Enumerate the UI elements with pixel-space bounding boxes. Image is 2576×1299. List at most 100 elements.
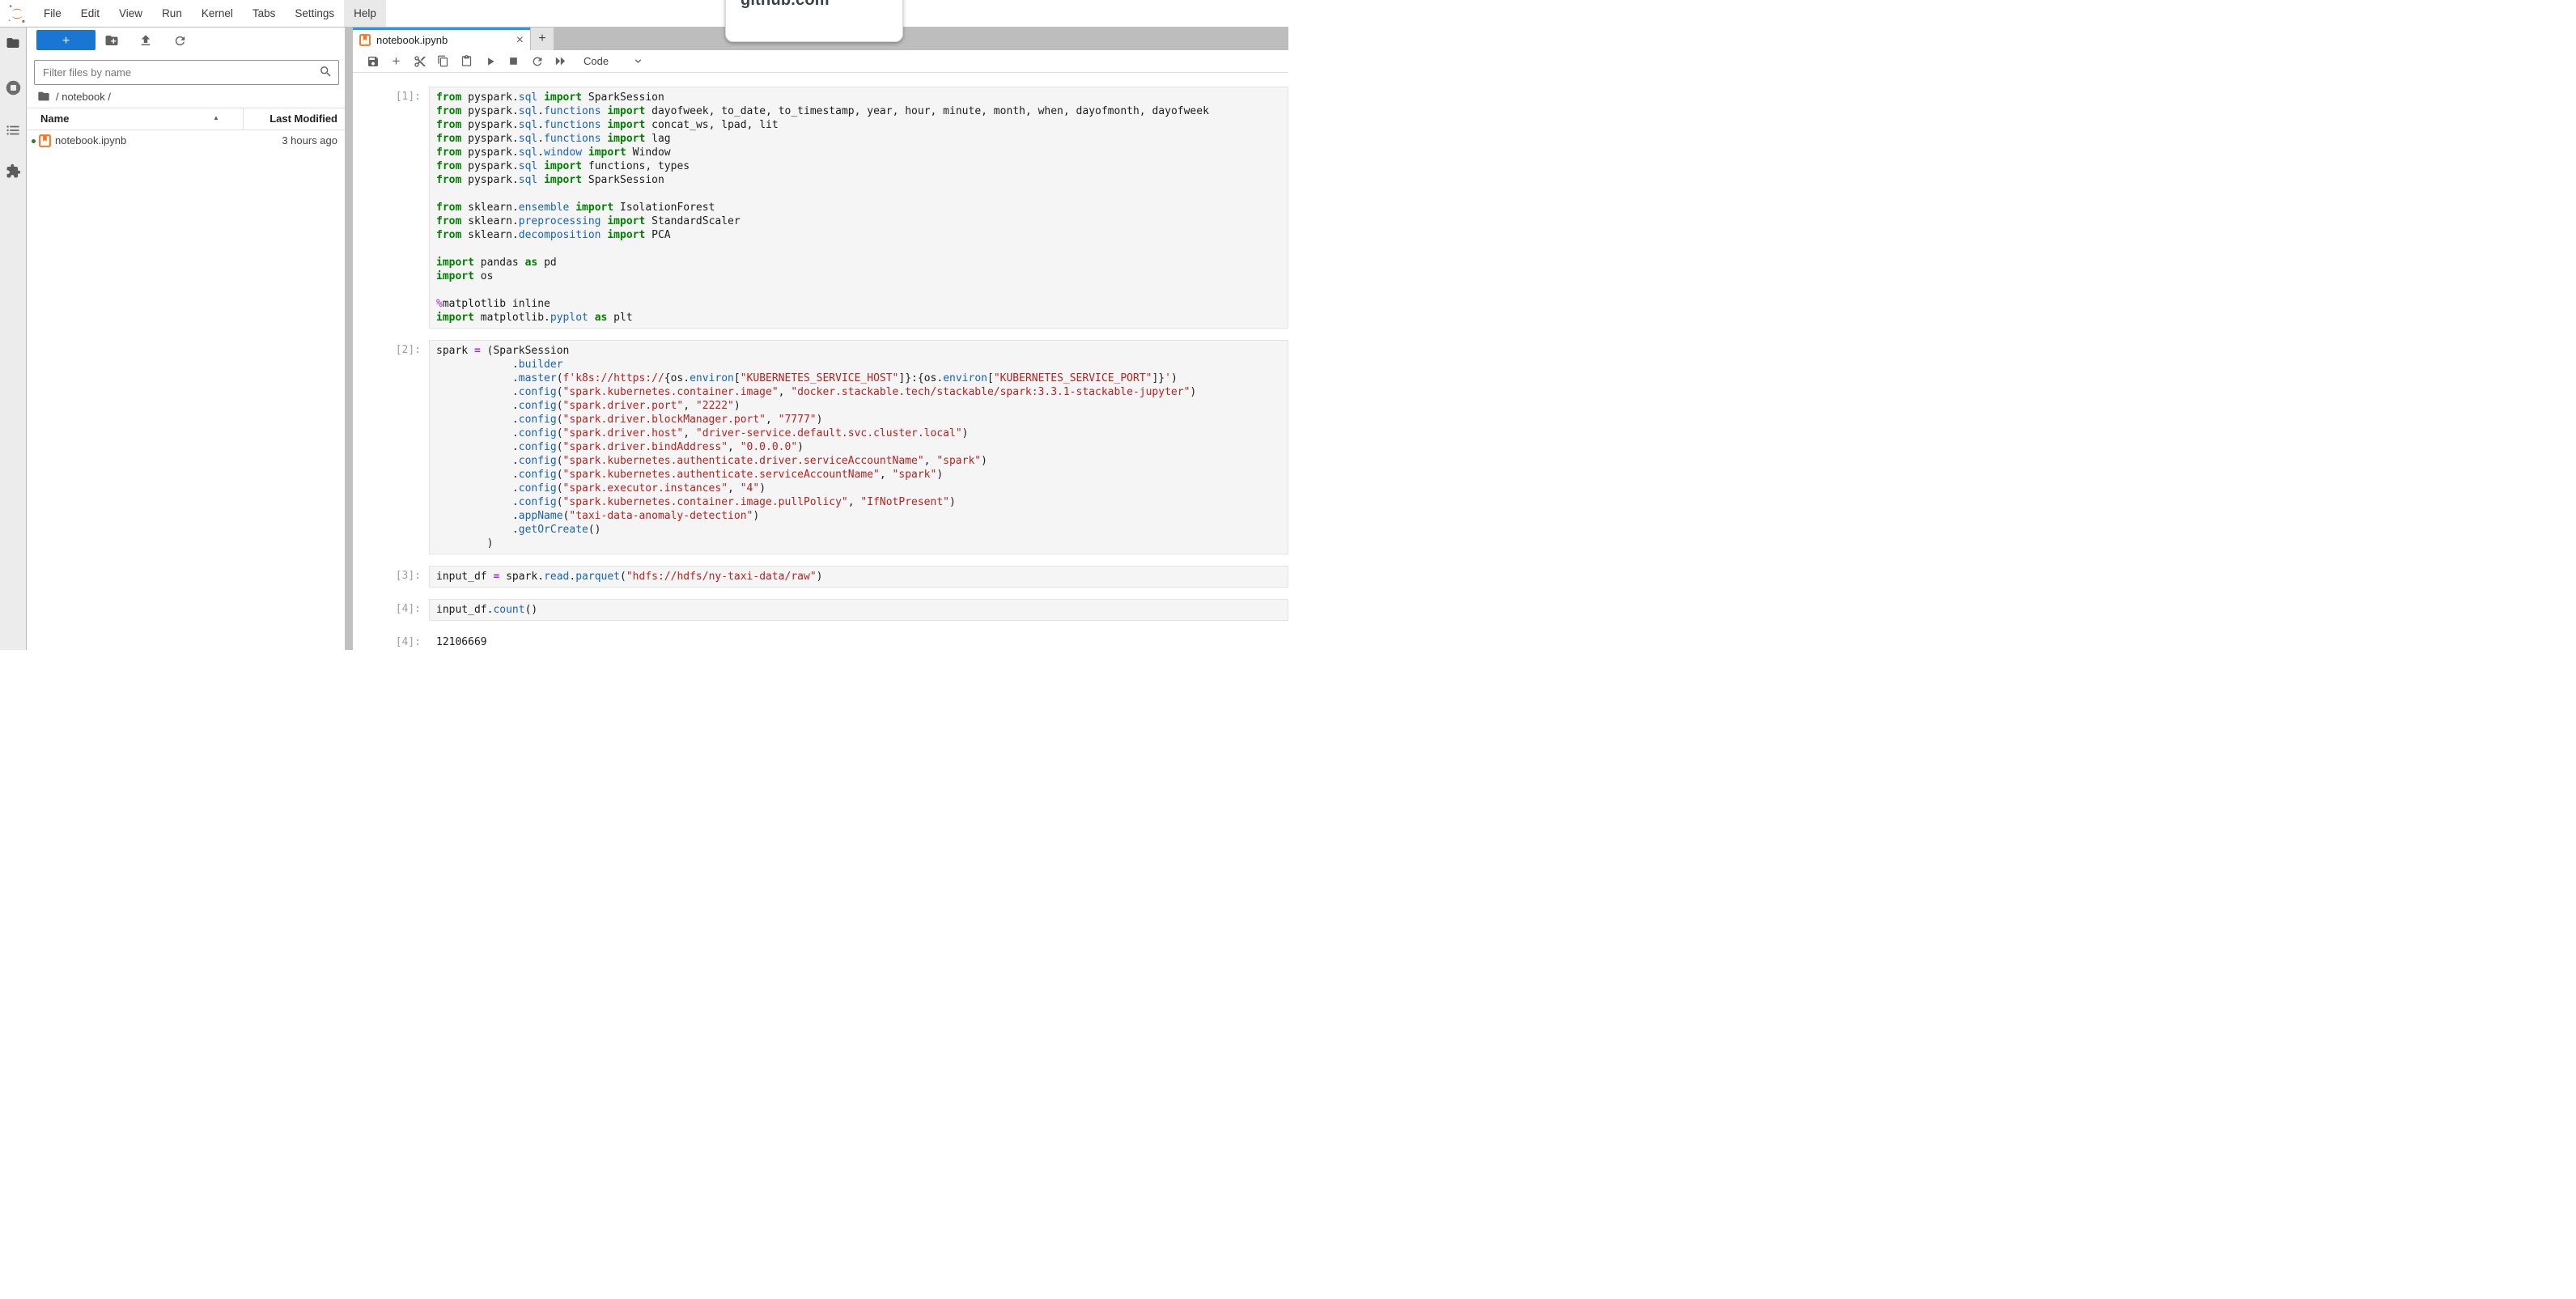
cell-prompt: [3]:: [353, 566, 429, 588]
code-cell: [3]: input_df = spark.read.parquet("hdfs:…: [353, 566, 1288, 588]
code-line: %matplotlib inline: [436, 297, 1288, 311]
file-name: notebook.ipynb: [55, 134, 126, 146]
file-row-notebook[interactable]: notebook.ipynb 3 hours ago: [27, 130, 345, 151]
cell-prompt: [4]:: [353, 632, 429, 650]
code-line: [436, 242, 1288, 256]
code-line: .config("spark.kubernetes.container.imag…: [436, 385, 1288, 399]
menu-bar: File Edit View Run Kernel Tabs Settings …: [0, 0, 1288, 28]
file-modified: 3 hours ago: [282, 134, 337, 146]
code-cell: [2]:spark = (SparkSession .builder .mast…: [353, 340, 1288, 554]
new-launcher-button[interactable]: +: [36, 30, 95, 50]
table-of-contents-tab-icon[interactable]: [0, 123, 26, 138]
add-cell-button[interactable]: +: [384, 52, 408, 71]
menu-item-tabs[interactable]: Tabs: [243, 0, 286, 27]
folder-icon: [37, 90, 50, 103]
cell-output: 12106669: [429, 632, 1288, 650]
code-line: from pyspark.sql import SparkSession: [436, 173, 1288, 187]
code-line: from pyspark.sql.functions import dayofw…: [436, 104, 1288, 118]
code-line: .config("spark.kubernetes.container.imag…: [436, 495, 1288, 509]
cell-input[interactable]: spark = (SparkSession .builder .master(f…: [429, 340, 1288, 554]
code-line: from pyspark.sql import functions, types: [436, 159, 1288, 173]
save-button[interactable]: [361, 52, 384, 71]
code-line: .appName("taxi-data-anomaly-detection"): [436, 509, 1288, 523]
notebook-tab-title: notebook.ipynb: [376, 34, 516, 46]
output-text: 12106669: [436, 635, 1288, 649]
file-list-header: Name ▲ Last Modified: [27, 108, 345, 130]
code-line: .master(f'k8s://https://{os.environ["KUB…: [436, 371, 1288, 385]
restart-kernel-button[interactable]: [525, 52, 549, 71]
chevron-down-icon[interactable]: [633, 56, 643, 66]
notebook-toolbar: + Code: [353, 50, 1288, 73]
code-line: .config("spark.driver.bindAddress", "0.0…: [436, 440, 1288, 454]
new-folder-button[interactable]: [104, 32, 120, 49]
code-line: .config("spark.driver.host", "driver-ser…: [436, 427, 1288, 440]
menu-item-settings[interactable]: Settings: [285, 0, 344, 27]
sidebar-splitter[interactable]: [345, 28, 353, 650]
breadcrumb-path: / notebook /: [56, 91, 111, 103]
cell-input[interactable]: input_df.count(): [429, 599, 1288, 621]
code-line: from sklearn.preprocessing import Standa…: [436, 214, 1288, 228]
jupyterlab-window: File Edit View Run Kernel Tabs Settings …: [0, 0, 1288, 650]
menu-item-run[interactable]: Run: [152, 0, 192, 27]
code-line: .config("spark.kubernetes.authenticate.d…: [436, 454, 1288, 468]
restart-run-all-button[interactable]: [549, 52, 572, 71]
notebook-content: [1]:from pyspark.sql import SparkSession…: [353, 73, 1288, 650]
code-line: from pyspark.sql.functions import lag: [436, 132, 1288, 146]
notebook-tab[interactable]: notebook.ipynb ×: [353, 28, 530, 50]
close-tab-icon[interactable]: ×: [516, 34, 524, 47]
menu-item-help[interactable]: Help: [344, 0, 386, 27]
cell-prompt: [1]:: [353, 87, 429, 329]
file-browser-tab-icon[interactable]: [0, 36, 26, 50]
code-line: .getOrCreate(): [436, 523, 1288, 537]
menu-item-kernel[interactable]: Kernel: [192, 0, 243, 27]
filter-files-input[interactable]: [41, 62, 312, 83]
cell-prompt: [2]:: [353, 340, 429, 554]
code-line: ): [436, 537, 1288, 550]
code-line: .config("spark.driver.blockManager.port"…: [436, 413, 1288, 427]
sort-ascending-icon[interactable]: ▲: [213, 114, 219, 121]
running-kernel-dot: [32, 139, 36, 143]
extensions-tab-icon[interactable]: [0, 163, 26, 179]
cell-input[interactable]: input_df = spark.read.parquet("hdfs://hd…: [429, 566, 1288, 588]
search-icon: [319, 65, 333, 81]
code-line: import os: [436, 270, 1288, 283]
cut-cells-button[interactable]: [408, 52, 431, 71]
column-header-modified[interactable]: Last Modified: [269, 112, 337, 125]
menu-item-view[interactable]: View: [109, 0, 152, 27]
code-line: from sklearn.decomposition import PCA: [436, 228, 1288, 242]
main-dock-panel: notebook.ipynb × + +: [353, 28, 1288, 650]
code-line: [436, 283, 1288, 297]
breadcrumb[interactable]: / notebook /: [37, 87, 111, 105]
notebook-tab-icon: [359, 34, 371, 46]
menu-item-edit[interactable]: Edit: [71, 0, 109, 27]
code-line: from pyspark.sql.functions import concat…: [436, 118, 1288, 132]
cell-prompt: [4]:: [353, 599, 429, 621]
running-sessions-tab-icon[interactable]: [0, 79, 26, 96]
menu-item-file[interactable]: File: [34, 0, 71, 27]
code-line: input_df = spark.read.parquet("hdfs://hd…: [436, 570, 1288, 584]
jupyter-logo-icon: [7, 3, 27, 24]
code-line: [436, 187, 1288, 201]
code-line: .config("spark.kubernetes.authenticate.s…: [436, 468, 1288, 482]
run-cell-button[interactable]: [478, 52, 502, 71]
stop-kernel-button[interactable]: [502, 52, 525, 71]
code-cell: [4]: 12106669: [353, 632, 1288, 650]
code-line: .config("spark.driver.port", "2222"): [436, 399, 1288, 413]
code-line: import matplotlib.pyplot as plt: [436, 311, 1288, 325]
refresh-button[interactable]: [172, 32, 188, 49]
cell-input[interactable]: from pyspark.sql import SparkSessionfrom…: [429, 87, 1288, 329]
column-header-name[interactable]: Name: [40, 112, 69, 125]
paste-cells-button[interactable]: [455, 52, 478, 71]
file-browser-panel: + / notebook / Name ▲ Last Modified: [27, 28, 345, 650]
new-tab-button[interactable]: +: [531, 28, 554, 50]
cell-type-dropdown[interactable]: Code: [584, 55, 609, 67]
notebook-file-icon: [39, 134, 51, 147]
upload-button[interactable]: [138, 32, 154, 49]
code-line: spark = (SparkSession: [436, 344, 1288, 358]
activity-bar: [0, 28, 27, 650]
filter-files-box: [34, 60, 339, 85]
github-popup: github.com: [725, 0, 903, 42]
copy-cells-button[interactable]: [431, 52, 455, 71]
code-cell: [4]:input_df.count(): [353, 599, 1288, 621]
code-line: from pyspark.sql import SparkSession: [436, 91, 1288, 104]
